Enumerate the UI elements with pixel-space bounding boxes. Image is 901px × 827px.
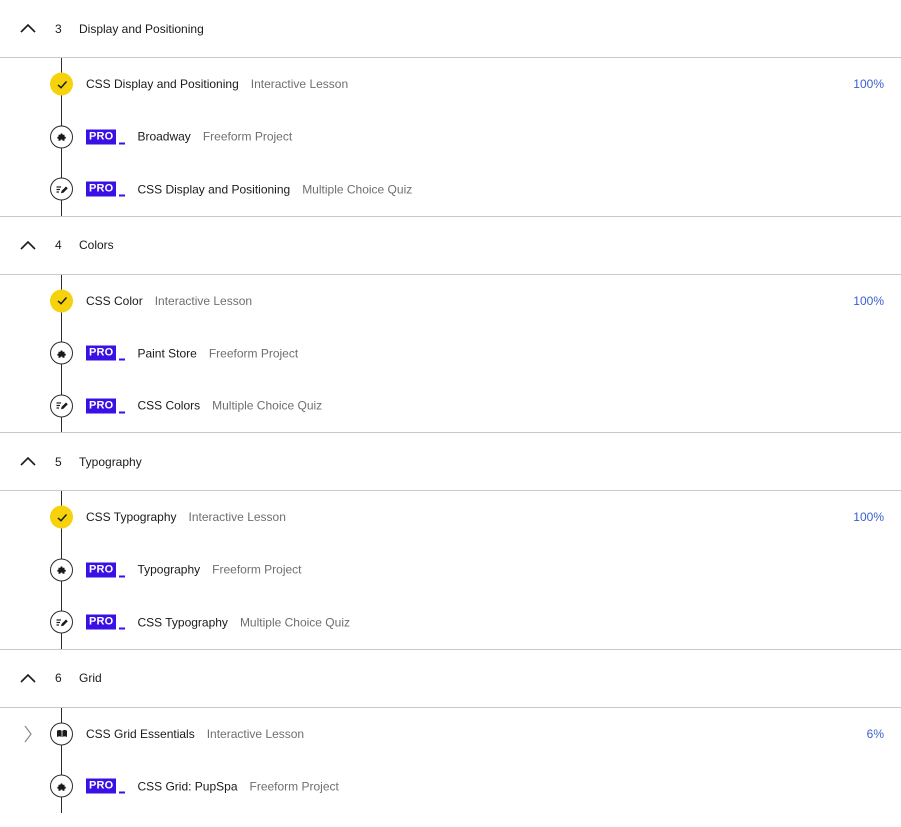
syllabus: 3 Display and Positioning CSS Display an… [0, 0, 901, 813]
chevron-up-icon[interactable] [19, 239, 37, 251]
item-type: Freeform Project [202, 129, 293, 144]
item-title[interactable]: Broadway [137, 130, 190, 144]
list-item[interactable]: PRO CSS Display and Positioning Multiple… [0, 163, 901, 216]
item-title[interactable]: CSS Display and Positioning [137, 182, 290, 196]
section-title: Typography [79, 454, 142, 469]
item-type: Multiple Choice Quiz [239, 615, 350, 630]
item-title[interactable]: CSS Grid: PupSpa [137, 779, 237, 793]
item-type: Interactive Lesson [206, 726, 305, 741]
check-icon [50, 289, 73, 313]
pro-badge: PRO [86, 614, 126, 630]
section-number: 6 [55, 671, 62, 685]
list-item[interactable]: CSS Display and Positioning Interactive … [0, 58, 901, 111]
section-items: CSS Typography Interactive Lesson 100% P… [0, 491, 901, 650]
pro-badge-cursor [119, 791, 126, 794]
section-number: 4 [55, 238, 62, 252]
puzzle-icon [50, 774, 73, 798]
item-title[interactable]: CSS Colors [137, 399, 200, 413]
pro-badge-label: PRO [86, 129, 117, 145]
pro-badge: PRO [86, 778, 126, 794]
item-type: Freeform Project [212, 562, 302, 577]
section-items: CSS Color Interactive Lesson 100% PRO Pa… [0, 274, 901, 433]
section-items: CSS Grid Essentials Interactive Lesson 6… [0, 707, 901, 813]
section-number: 5 [55, 454, 62, 469]
progress-percent: 100% [853, 510, 884, 525]
pro-badge-cursor [119, 411, 126, 414]
pro-badge: PRO [86, 181, 126, 197]
pro-badge: PRO [86, 129, 126, 145]
puzzle-icon [50, 341, 73, 365]
item-title[interactable]: Typography [137, 563, 200, 577]
list-item[interactable]: PRO CSS Typography Multiple Choice Quiz [0, 596, 901, 649]
section-header[interactable]: 6 Grid [0, 650, 901, 708]
item-type: Interactive Lesson [250, 77, 349, 92]
puzzle-icon [50, 558, 73, 582]
chevron-up-icon[interactable] [19, 456, 37, 468]
pro-badge-label: PRO [86, 778, 117, 794]
pro-badge: PRO [86, 345, 126, 361]
book-icon [50, 722, 73, 746]
pro-badge-cursor [119, 194, 126, 197]
item-title[interactable]: Paint Store [137, 346, 196, 360]
item-title[interactable]: CSS Typography [86, 510, 177, 524]
item-type: Freeform Project [249, 779, 339, 794]
quiz-icon [50, 177, 73, 201]
item-type: Interactive Lesson [154, 293, 253, 308]
list-item[interactable]: PRO Typography Freeform Project [0, 544, 901, 597]
section-6: 6 Grid CSS Grid Essentials Interactive L… [0, 650, 901, 813]
pro-badge-cursor [119, 627, 126, 630]
item-title[interactable]: CSS Grid Essentials [86, 727, 195, 741]
list-item[interactable]: PRO Broadway Freeform Project [0, 111, 901, 164]
section-header[interactable]: 4 Colors [0, 217, 901, 275]
chevron-right-icon [23, 725, 33, 743]
item-title[interactable]: CSS Display and Positioning [86, 77, 239, 91]
chevron-up-icon[interactable] [19, 672, 37, 684]
list-item[interactable]: PRO Paint Store Freeform Project [0, 327, 901, 380]
item-type: Multiple Choice Quiz [302, 182, 413, 197]
pro-badge-label: PRO [86, 345, 117, 361]
quiz-icon [50, 394, 73, 418]
pro-badge-label: PRO [86, 181, 117, 197]
section-items: CSS Display and Positioning Interactive … [0, 58, 901, 217]
section-4: 4 Colors CSS Color Interactive Lesson 10… [0, 217, 901, 433]
list-item[interactable]: CSS Color Interactive Lesson 100% [0, 275, 901, 328]
section-5: 5 Typography CSS Typography Interactive … [0, 433, 901, 650]
item-title[interactable]: CSS Typography [137, 615, 228, 629]
list-item[interactable]: PRO CSS Grid: PupSpa Freeform Project [0, 760, 901, 813]
quiz-icon [50, 610, 73, 634]
pro-badge: PRO [86, 398, 126, 414]
pro-badge-cursor [119, 575, 126, 578]
item-type: Freeform Project [208, 346, 299, 361]
section-title: Colors [79, 238, 114, 252]
section-3: 3 Display and Positioning CSS Display an… [0, 0, 901, 217]
check-icon [50, 72, 73, 96]
section-title: Grid [79, 671, 102, 685]
section-header[interactable]: 3 Display and Positioning [0, 0, 901, 58]
pro-badge-label: PRO [86, 398, 117, 414]
pro-badge: PRO [86, 562, 126, 578]
pro-badge-cursor [119, 142, 126, 145]
section-title: Display and Positioning [79, 21, 204, 36]
list-item[interactable]: PRO CSS Colors Multiple Choice Quiz [0, 380, 901, 433]
item-title[interactable]: CSS Color [86, 294, 143, 308]
progress-percent: 100% [853, 77, 884, 92]
puzzle-icon [50, 125, 73, 149]
pro-badge-label: PRO [86, 562, 117, 578]
item-type: Multiple Choice Quiz [212, 398, 323, 413]
item-type: Interactive Lesson [188, 510, 286, 525]
check-icon [50, 505, 73, 529]
progress-percent: 6% [866, 726, 884, 741]
progress-percent: 100% [853, 293, 884, 308]
list-item[interactable]: CSS Grid Essentials Interactive Lesson 6… [0, 708, 901, 761]
pro-badge-label: PRO [86, 614, 117, 630]
section-number: 3 [55, 21, 62, 36]
section-header[interactable]: 5 Typography [0, 433, 901, 491]
list-item[interactable]: CSS Typography Interactive Lesson 100% [0, 491, 901, 544]
pro-badge-cursor [119, 358, 126, 361]
chevron-up-icon[interactable] [19, 23, 37, 35]
